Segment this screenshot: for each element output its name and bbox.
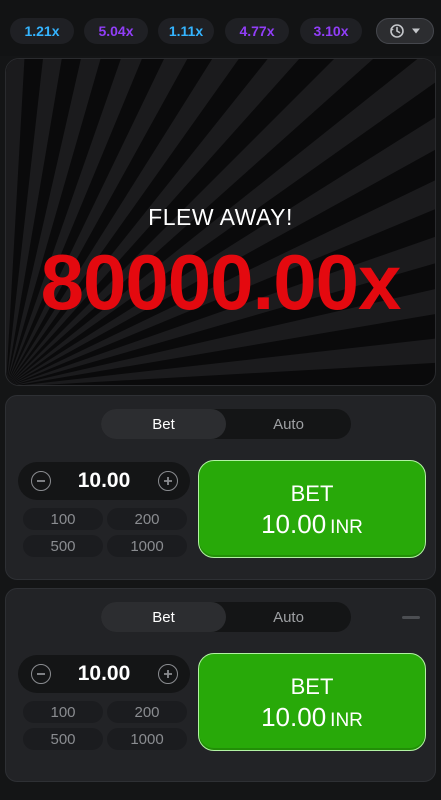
history-multiplier[interactable]: 3.10x bbox=[300, 18, 362, 44]
crash-multiplier: 80000.00x bbox=[40, 238, 402, 326]
bet-amount-stepper: 10.00 bbox=[18, 655, 190, 693]
history-multiplier[interactable]: 5.04x bbox=[84, 18, 148, 44]
history-clock-icon bbox=[390, 24, 404, 38]
quick-amount-button[interactable]: 1000 bbox=[107, 535, 187, 557]
bet-mode-tabs: Bet Auto bbox=[101, 602, 351, 632]
bet-panel-1: Bet Auto 10.00 100 200 500 1000 BET 10.0… bbox=[5, 395, 436, 580]
quick-amount-button[interactable]: 500 bbox=[23, 535, 103, 557]
bet-button-label: BET bbox=[290, 674, 334, 699]
currency-label: INR bbox=[330, 710, 363, 731]
bet-mode-tabs: Bet Auto bbox=[101, 409, 351, 439]
bet-amount-value: 10.00 bbox=[261, 702, 327, 732]
remove-panel-button[interactable] bbox=[402, 616, 420, 619]
currency-label: INR bbox=[330, 517, 363, 538]
bet-amount-input[interactable]: 10.00 bbox=[48, 462, 160, 500]
bet-amount-value: 10.00 bbox=[261, 509, 327, 539]
bet-button-label: BET bbox=[290, 481, 334, 506]
quick-amount-button[interactable]: 500 bbox=[23, 728, 103, 750]
increase-amount-button[interactable] bbox=[158, 664, 178, 684]
tab-auto[interactable]: Auto bbox=[226, 409, 351, 439]
flew-away-label: FLEW AWAY! bbox=[148, 204, 293, 230]
history-multiplier[interactable]: 1.21x bbox=[10, 18, 74, 44]
tab-bet[interactable]: Bet bbox=[101, 602, 226, 632]
quick-amount-button[interactable]: 100 bbox=[23, 701, 103, 723]
bet-panel-2: Bet Auto 10.00 100 200 500 1000 BET 10.0… bbox=[5, 588, 436, 782]
game-screen: FLEW AWAY! 80000.00x bbox=[5, 58, 436, 386]
bet-button-amount: 10.00 INR bbox=[199, 509, 425, 540]
quick-amount-button[interactable]: 200 bbox=[107, 508, 187, 530]
bet-amount-stepper: 10.00 bbox=[18, 462, 190, 500]
place-bet-button[interactable]: BET 10.00 INR bbox=[198, 460, 426, 558]
caret-down-icon bbox=[412, 28, 420, 34]
history-multiplier[interactable]: 4.77x bbox=[225, 18, 289, 44]
quick-amount-button[interactable]: 1000 bbox=[107, 728, 187, 750]
tab-auto[interactable]: Auto bbox=[226, 602, 351, 632]
quick-amount-button[interactable]: 200 bbox=[107, 701, 187, 723]
history-toggle-button[interactable] bbox=[376, 18, 434, 44]
bet-button-amount: 10.00 INR bbox=[199, 702, 425, 733]
tab-bet[interactable]: Bet bbox=[101, 409, 226, 439]
plus-icon bbox=[164, 670, 172, 678]
history-multiplier[interactable]: 1.11x bbox=[158, 18, 214, 44]
plus-icon bbox=[164, 477, 172, 485]
quick-amount-button[interactable]: 100 bbox=[23, 508, 103, 530]
bet-amount-input[interactable]: 10.00 bbox=[48, 655, 160, 693]
minus-icon bbox=[37, 480, 45, 482]
place-bet-button[interactable]: BET 10.00 INR bbox=[198, 653, 426, 751]
multiplier-history-bar: 1.21x 5.04x 1.11x 4.77x 3.10x bbox=[0, 0, 441, 56]
minus-icon bbox=[37, 673, 45, 675]
increase-amount-button[interactable] bbox=[158, 471, 178, 491]
